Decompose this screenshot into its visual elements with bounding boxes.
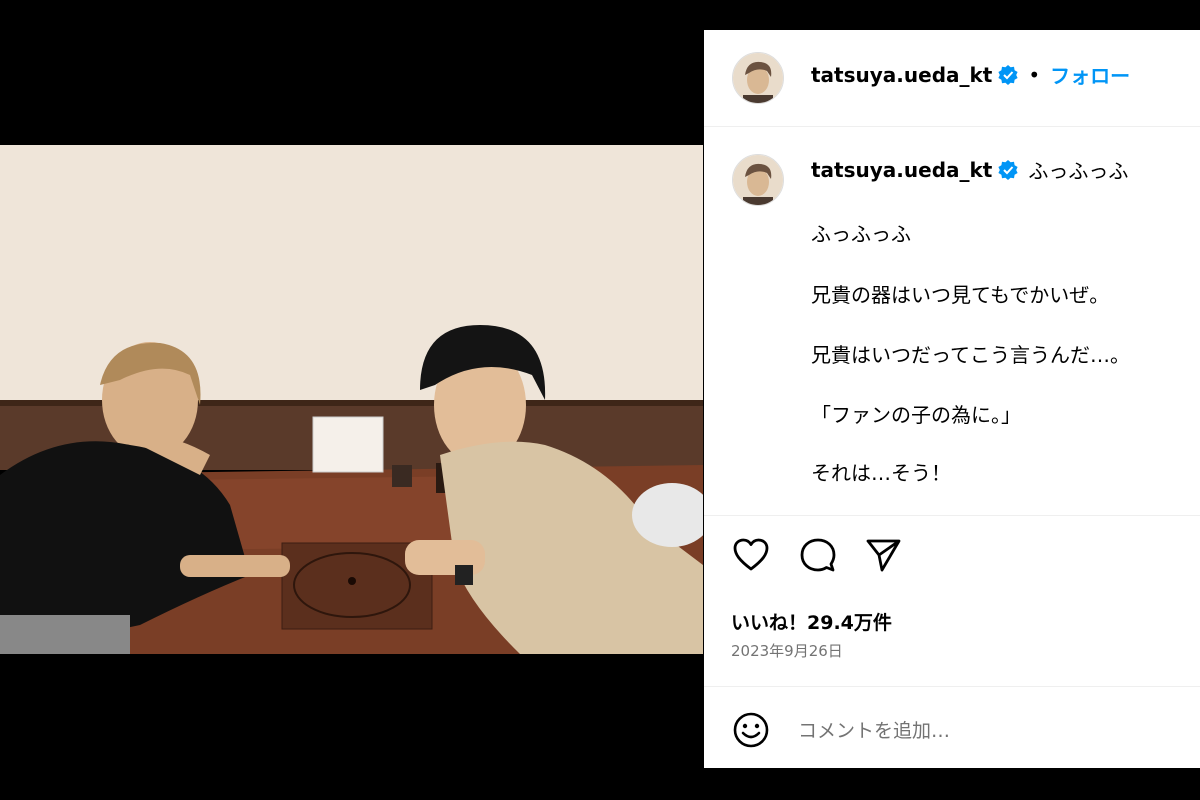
caption-line: それは…そう！ — [811, 461, 951, 485]
username-link[interactable]: tatsuya.ueda_kt — [811, 63, 992, 87]
caption-first-line: ふっふっふ — [1028, 159, 1129, 183]
divider — [704, 515, 1200, 516]
post-header: tatsuya.ueda_kt • フォロー — [704, 30, 1200, 127]
share-icon[interactable] — [863, 535, 903, 575]
caption-line: 「ファンの子の為に。」 — [811, 403, 1021, 427]
verified-badge-icon — [998, 159, 1018, 180]
caption-avatar[interactable] — [732, 154, 784, 206]
comment-icon[interactable] — [798, 535, 838, 575]
emoji-icon[interactable] — [731, 710, 771, 750]
separator-dot: • — [1028, 62, 1041, 87]
post-photo — [0, 145, 703, 654]
verified-badge-icon — [998, 64, 1018, 85]
likes-count[interactable]: いいね！29.4万件 — [731, 608, 892, 635]
comment-input[interactable] — [796, 714, 1180, 748]
avatar[interactable] — [732, 52, 784, 104]
post-date[interactable]: 2023年9月26日 — [731, 640, 843, 661]
divider — [704, 686, 1200, 687]
follow-button[interactable]: フォロー — [1050, 60, 1130, 89]
caption-line: ふっふっふ — [811, 222, 911, 246]
caption-username[interactable]: tatsuya.ueda_kt — [811, 158, 992, 182]
post-sidebar: tatsuya.ueda_kt • フォロー tatsuya.ueda_kt ふ… — [704, 30, 1200, 768]
heart-icon[interactable] — [731, 535, 771, 575]
caption-line: 兄貴はいつだってこう言うんだ…。 — [811, 343, 1130, 367]
caption-line: 兄貴の器はいつ見てもでかいぜ。 — [811, 283, 1110, 307]
